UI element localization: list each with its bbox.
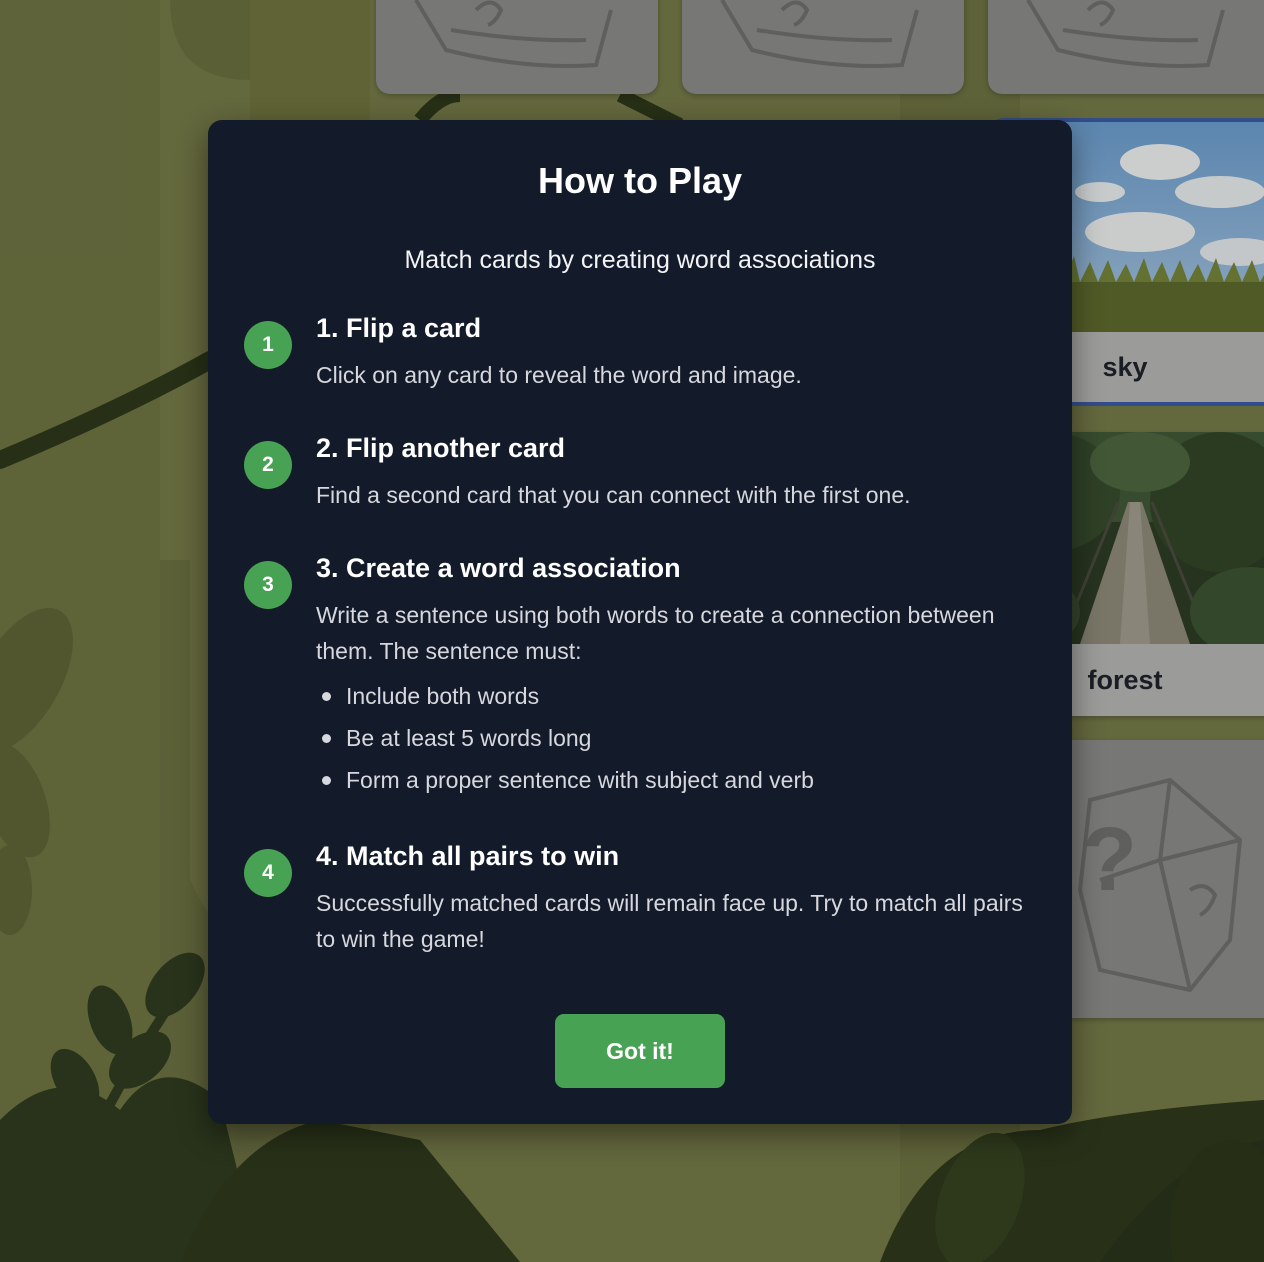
- step-title: 2. Flip another card: [316, 433, 566, 463]
- how-to-play-modal: How to Play Match cards by creating word…: [208, 120, 1072, 1124]
- rule-text: Form a proper sentence with subject and …: [346, 767, 814, 793]
- step-description: Click on any card to reveal the word and…: [316, 362, 802, 388]
- step-description: Write a sentence using both words to cre…: [316, 602, 995, 664]
- modal-title: How to Play: [537, 160, 743, 201]
- bullet-icon: [322, 776, 331, 785]
- step-description: Successfully matched cards will remain f…: [316, 890, 1023, 952]
- step-number-badge: 3: [244, 561, 292, 609]
- step-title: 4. Match all pairs to win: [316, 841, 620, 871]
- step-title: 3. Create a word association: [316, 553, 681, 583]
- step-number-badge: 2: [244, 441, 292, 489]
- rule-item: Be at least 5 words long: [316, 717, 814, 759]
- sentence-rules-list: Include both words Be at least 5 words l…: [316, 675, 814, 801]
- bullet-icon: [322, 734, 331, 743]
- rule-text: Include both words: [346, 683, 540, 709]
- rule-text: Be at least 5 words long: [346, 725, 592, 751]
- rule-item: Form a proper sentence with subject and …: [316, 759, 814, 801]
- step-title: 1. Flip a card: [316, 313, 482, 343]
- step-description: Find a second card that you can connect …: [316, 482, 911, 508]
- step-number-badge: 4: [244, 849, 292, 897]
- got-it-button[interactable]: Got it!: [555, 1014, 725, 1088]
- step-number-badge: 1: [244, 321, 292, 369]
- rule-item: Include both words: [316, 675, 814, 717]
- modal-subtitle: Match cards by creating word association…: [404, 246, 876, 274]
- bullet-icon: [322, 692, 331, 701]
